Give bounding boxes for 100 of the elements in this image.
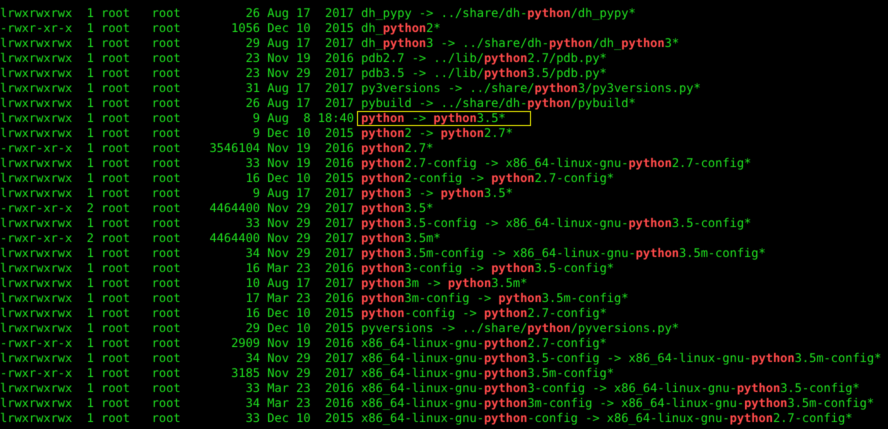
day-text: 29 xyxy=(296,366,311,381)
group-text: root xyxy=(152,186,181,201)
permissions-text: -rwxr-xr-x xyxy=(0,21,72,36)
year-or-time: 2016 xyxy=(324,141,354,156)
file-name: pybuild -> ../share/dh-python/pybuild* xyxy=(360,96,637,111)
file-name: pdb2.7 -> ../lib/python2.7/pdb.py* xyxy=(360,51,608,66)
month-text: Nov xyxy=(267,231,289,246)
day-text: 10 xyxy=(296,321,311,336)
permissions-text: lrwxrwxrwx xyxy=(0,246,72,261)
month-text: Nov xyxy=(267,336,289,351)
file-name: dh_python3 -> ../share/dh-python/dh_python3* xyxy=(360,36,680,51)
file-size: 33 xyxy=(244,411,260,426)
file-name: x86_64-linux-gnu-python3m-config -> x86_64-linux-gnu-python3.5m-config* xyxy=(360,396,876,411)
permissions-text: lrwxrwxrwx xyxy=(0,306,72,321)
permissions-text: lrwxrwxrwx xyxy=(0,156,72,171)
link-count: 1 xyxy=(86,216,94,231)
permissions-text: lrwxrwxrwx xyxy=(0,111,72,126)
file-size: 31 xyxy=(244,81,260,96)
link-count: 1 xyxy=(86,81,94,96)
link-count: 2 xyxy=(86,201,94,216)
permissions-text: lrwxrwxrwx xyxy=(0,396,72,411)
group-text: root xyxy=(152,276,181,291)
link-count: 1 xyxy=(86,336,94,351)
file-name: x86_64-linux-gnu-python-config -> x86_64-linux-gnu-python2.7-config* xyxy=(360,411,854,426)
permissions-text: lrwxrwxrwx xyxy=(0,66,72,81)
permissions-text: lrwxrwxrwx xyxy=(0,171,72,186)
day-text: 10 xyxy=(296,21,311,36)
day-text: 10 xyxy=(296,306,311,321)
day-text: 17 xyxy=(296,276,311,291)
day-text: 29 xyxy=(296,216,311,231)
year-or-time: 2016 xyxy=(324,396,354,411)
permissions-text: lrwxrwxrwx xyxy=(0,381,72,396)
file-size: 29 xyxy=(244,321,260,336)
link-count: 1 xyxy=(86,306,94,321)
link-count: 1 xyxy=(86,156,94,171)
permissions-text: -rwxr-xr-x xyxy=(0,201,72,216)
group-text: root xyxy=(152,321,181,336)
link-count: 1 xyxy=(86,411,94,426)
owner-text: root xyxy=(101,351,130,366)
file-name: dh_python2* xyxy=(360,21,442,36)
file-size: 9 xyxy=(252,186,260,201)
owner-text: root xyxy=(101,36,130,51)
permissions-text: lrwxrwxrwx xyxy=(0,186,72,201)
link-count: 1 xyxy=(86,381,94,396)
owner-text: root xyxy=(101,141,130,156)
month-text: Dec xyxy=(267,321,289,336)
month-text: Mar xyxy=(267,381,289,396)
year-or-time: 2017 xyxy=(324,66,354,81)
month-text: Dec xyxy=(267,21,289,36)
link-count: 1 xyxy=(86,96,94,111)
permissions-text: lrwxrwxrwx xyxy=(0,96,72,111)
group-text: root xyxy=(152,231,181,246)
day-text: 29 xyxy=(296,246,311,261)
file-size: 34 xyxy=(244,246,260,261)
group-text: root xyxy=(152,111,181,126)
owner-text: root xyxy=(101,81,130,96)
month-text: Aug xyxy=(267,36,289,51)
day-text: 23 xyxy=(296,291,311,306)
file-name: pdb3.5 -> ../lib/python3.5/pdb.py* xyxy=(360,66,608,81)
day-text: 17 xyxy=(296,6,311,21)
file-size: 29 xyxy=(244,36,260,51)
month-text: Aug xyxy=(267,276,289,291)
day-text: 19 xyxy=(296,51,311,66)
file-size: 23 xyxy=(244,66,260,81)
file-size: 3185 xyxy=(230,366,260,381)
day-text: 19 xyxy=(296,336,311,351)
permissions-text: lrwxrwxrwx xyxy=(0,351,72,366)
year-or-time: 2017 xyxy=(324,276,354,291)
file-size: 33 xyxy=(244,156,260,171)
file-name: python3.5* xyxy=(360,201,434,216)
year-or-time: 2015 xyxy=(324,321,354,336)
link-count: 1 xyxy=(86,111,94,126)
year-or-time: 2016 xyxy=(324,291,354,306)
year-or-time: 2016 xyxy=(324,261,354,276)
permissions-text: -rwxr-xr-x xyxy=(0,231,72,246)
owner-text: root xyxy=(101,246,130,261)
owner-text: root xyxy=(101,306,130,321)
year-or-time: 2015 xyxy=(324,411,354,426)
day-text: 19 xyxy=(296,156,311,171)
link-count: 1 xyxy=(86,366,94,381)
year-or-time: 2017 xyxy=(324,366,354,381)
month-text: Dec xyxy=(267,126,289,141)
file-size: 9 xyxy=(252,111,260,126)
link-count: 1 xyxy=(86,141,94,156)
group-text: root xyxy=(152,156,181,171)
file-name: python3.5m-config -> x86_64-linux-gnu-python3.5m-config* xyxy=(360,246,767,261)
file-size: 16 xyxy=(244,306,260,321)
year-or-time: 2016 xyxy=(324,156,354,171)
file-name: python2.7-config -> x86_64-linux-gnu-python2.7-config* xyxy=(360,156,752,171)
day-text: 23 xyxy=(296,396,311,411)
file-name: python2.7* xyxy=(360,141,434,156)
group-text: root xyxy=(152,351,181,366)
year-or-time: 2017 xyxy=(324,186,354,201)
link-count: 1 xyxy=(86,276,94,291)
permissions-text: lrwxrwxrwx xyxy=(0,6,72,21)
month-text: Nov xyxy=(267,216,289,231)
day-text: 29 xyxy=(296,66,311,81)
link-count: 1 xyxy=(86,351,94,366)
owner-text: root xyxy=(101,6,130,21)
permissions-text: lrwxrwxrwx xyxy=(0,261,72,276)
